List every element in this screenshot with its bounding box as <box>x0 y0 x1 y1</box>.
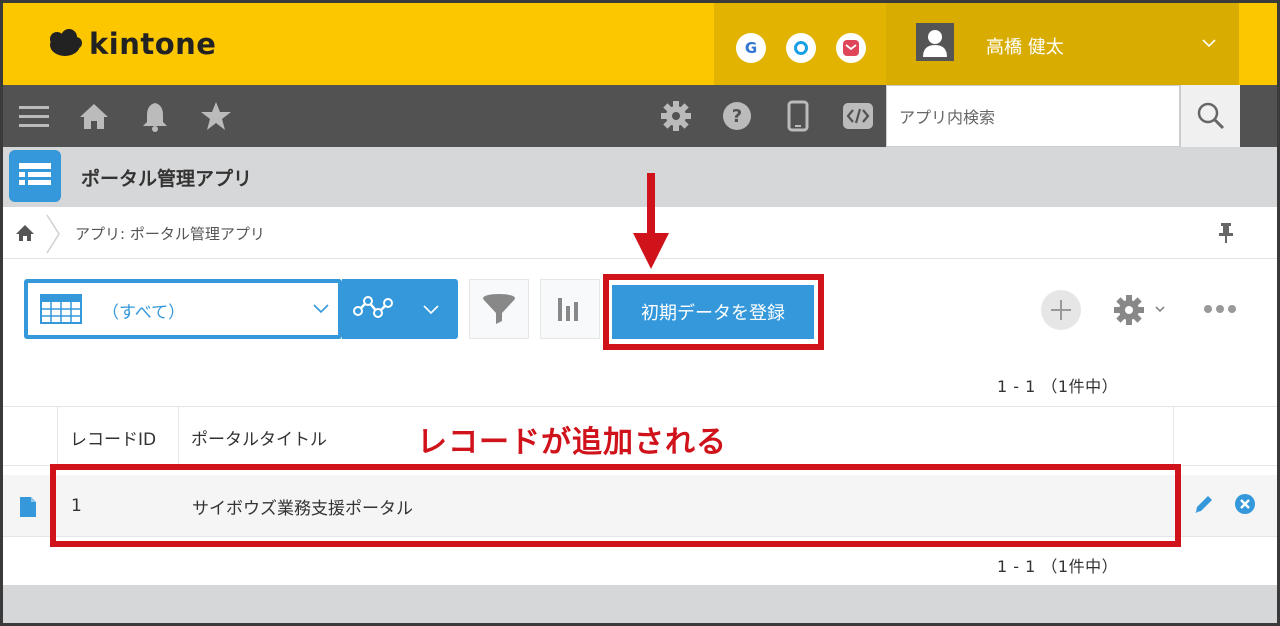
graph-selector[interactable] <box>342 279 458 339</box>
graph-icon <box>353 296 439 318</box>
chevron-down-icon <box>1202 39 1216 48</box>
list-app-icon <box>19 163 51 185</box>
breadcrumb-separator <box>46 214 60 254</box>
app-title: ポータル管理アプリ <box>81 168 253 190</box>
filter-button[interactable] <box>469 279 529 339</box>
pencil-icon[interactable] <box>1193 493 1215 515</box>
help-icon[interactable]: ? <box>720 99 754 133</box>
record-detail-icon[interactable] <box>19 496 37 518</box>
code-icon[interactable] <box>841 99 875 133</box>
column-header-record-id[interactable]: レコードID <box>57 407 178 467</box>
user-name: 高橋 健太 <box>986 37 1064 58</box>
annotation-arrow <box>633 173 669 271</box>
header-bar: kintone G 高橋 健太 <box>3 3 1277 85</box>
service-links: G <box>714 3 886 85</box>
view-dropdown[interactable]: （すべて） <box>28 283 338 335</box>
highlight-box-register <box>603 274 824 350</box>
search-button[interactable] <box>1180 85 1240 147</box>
gear-icon[interactable] <box>659 99 693 133</box>
app-search-input[interactable]: アプリ内検索 <box>886 85 1180 147</box>
table-view-icon <box>40 294 82 324</box>
user-menu[interactable]: 高橋 健太 <box>886 3 1239 85</box>
pagination-top: 1 - 1 （1件中） <box>997 377 1119 396</box>
mobile-icon[interactable] <box>781 99 815 133</box>
home-icon[interactable] <box>77 99 111 133</box>
chevron-down-icon <box>313 304 329 314</box>
chart-button[interactable] <box>540 279 600 339</box>
annotation-text: レコードが追加される <box>417 425 727 460</box>
pagination-bottom: 1 - 1 （1件中） <box>997 557 1119 576</box>
delete-icon[interactable] <box>1234 493 1256 515</box>
footer-bar <box>3 585 1277 623</box>
breadcrumb-app-link[interactable]: アプリ: ポータル管理アプリ <box>75 223 265 244</box>
app-icon <box>9 150 61 202</box>
bar-chart-icon <box>558 298 578 321</box>
plus-icon <box>1051 300 1071 320</box>
office-service-icon[interactable] <box>786 33 816 63</box>
gear-icon <box>1114 295 1144 325</box>
pin-icon[interactable] <box>1217 222 1235 244</box>
highlight-box-record <box>50 464 1181 547</box>
home-icon[interactable] <box>13 221 37 245</box>
add-record-button[interactable] <box>1041 290 1081 330</box>
kintone-window: kintone G 高橋 健太 ? アプリ内検索 ポータル管理アプリ アプリ: … <box>0 0 1280 626</box>
search-icon <box>1197 102 1224 130</box>
cloud-logo-icon <box>50 29 82 56</box>
logo-text: kintone <box>89 27 217 61</box>
mailwise-service-icon[interactable] <box>836 33 866 63</box>
funnel-icon <box>483 294 515 324</box>
bell-icon[interactable] <box>138 99 172 133</box>
menu-icon[interactable] <box>17 99 51 133</box>
view-selector[interactable]: （すべて） <box>24 279 342 339</box>
kintone-logo[interactable]: kintone <box>47 27 216 61</box>
svg-text:?: ? <box>732 106 742 127</box>
view-label: （すべて） <box>102 303 186 323</box>
more-options-icon[interactable] <box>1203 303 1237 315</box>
column-header-actions <box>1173 407 1277 467</box>
user-avatar-icon <box>916 23 954 61</box>
garoon-service-icon[interactable]: G <box>736 33 766 63</box>
star-icon[interactable] <box>199 99 233 133</box>
settings-menu-button[interactable] <box>1111 292 1169 328</box>
